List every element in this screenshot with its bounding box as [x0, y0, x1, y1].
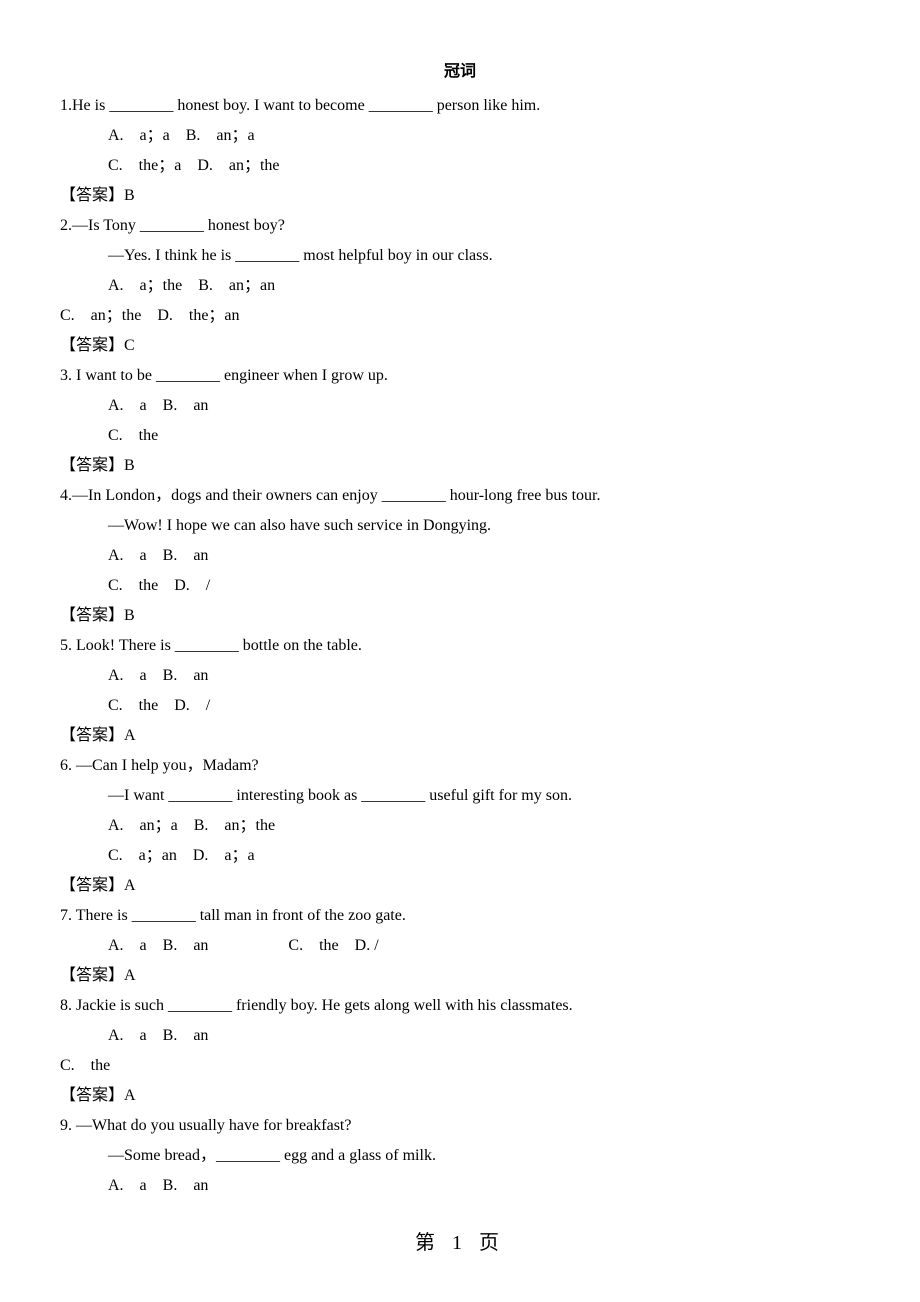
question-line: C. the: [60, 1054, 860, 1078]
page-title: 冠词: [60, 60, 860, 84]
question-line: —I want ________ interesting book as ___…: [60, 784, 860, 808]
question-line: —Yes. I think he is ________ most helpfu…: [60, 244, 860, 268]
question-line: A. an；a B. an；the: [60, 814, 860, 838]
question-line: A. a；the B. an；an: [60, 274, 860, 298]
question-block-4: 4.—In London，dogs and their owners can e…: [60, 484, 860, 628]
answer-label: 【答案】: [60, 187, 124, 204]
question-block-1: 1.He is ________ honest boy. I want to b…: [60, 94, 860, 208]
question-line: 3. I want to be ________ engineer when I…: [60, 364, 860, 388]
question-line: 9. —What do you usually have for breakfa…: [60, 1114, 860, 1138]
answer-label: 【答案】: [60, 457, 124, 474]
question-block-7: 7. There is ________ tall man in front o…: [60, 904, 860, 988]
answer-label: 【答案】: [60, 337, 124, 354]
question-line: C. the D. /: [60, 694, 860, 718]
question-line: 7. There is ________ tall man in front o…: [60, 904, 860, 928]
question-line: 5. Look! There is ________ bottle on the…: [60, 634, 860, 658]
answer-value: A: [124, 967, 136, 984]
answer-line: 【答案】B: [60, 184, 860, 208]
question-block-6: 6. —Can I help you，Madam? —I want _______…: [60, 754, 860, 898]
content-area: 1.He is ________ honest boy. I want to b…: [60, 94, 860, 1198]
question-block-8: 8. Jackie is such ________ friendly boy.…: [60, 994, 860, 1108]
page-footer: 第 1 页: [60, 1228, 860, 1258]
answer-line: 【答案】C: [60, 334, 860, 358]
question-line: 1.He is ________ honest boy. I want to b…: [60, 94, 860, 118]
answer-line: 【答案】A: [60, 724, 860, 748]
answer-label: 【答案】: [60, 877, 124, 894]
answer-line: 【答案】A: [60, 1084, 860, 1108]
question-block-9: 9. —What do you usually have for breakfa…: [60, 1114, 860, 1198]
question-line: C. a；an D. a；a: [60, 844, 860, 868]
answer-value: B: [124, 607, 135, 624]
question-line: —Some bread，________ egg and a glass of …: [60, 1144, 860, 1168]
answer-label: 【答案】: [60, 727, 124, 744]
answer-label: 【答案】: [60, 967, 124, 984]
question-line: A. a B. an C. the D. /: [60, 934, 860, 958]
question-line: A. a B. an: [60, 1024, 860, 1048]
question-line: A. a B. an: [60, 394, 860, 418]
question-line: A. a；a B. an；a: [60, 124, 860, 148]
question-line: 4.—In London，dogs and their owners can e…: [60, 484, 860, 508]
answer-value: A: [124, 727, 136, 744]
answer-value: B: [124, 187, 135, 204]
answer-value: C: [124, 337, 135, 354]
answer-line: 【答案】A: [60, 874, 860, 898]
answer-line: 【答案】A: [60, 964, 860, 988]
question-line: 8. Jackie is such ________ friendly boy.…: [60, 994, 860, 1018]
answer-label: 【答案】: [60, 1087, 124, 1104]
question-line: A. a B. an: [60, 664, 860, 688]
question-line: 6. —Can I help you，Madam?: [60, 754, 860, 778]
question-line: C. the D. /: [60, 574, 860, 598]
question-line: C. the；a D. an；the: [60, 154, 860, 178]
answer-value: A: [124, 1087, 136, 1104]
question-line: A. a B. an: [60, 544, 860, 568]
question-block-2: 2.—Is Tony ________ honest boy? —Yes. I t…: [60, 214, 860, 358]
answer-line: 【答案】B: [60, 604, 860, 628]
question-block-3: 3. I want to be ________ engineer when I…: [60, 364, 860, 478]
question-block-5: 5. Look! There is ________ bottle on the…: [60, 634, 860, 748]
answer-value: A: [124, 877, 136, 894]
answer-line: 【答案】B: [60, 454, 860, 478]
question-line: C. an；the D. the；an: [60, 304, 860, 328]
answer-label: 【答案】: [60, 607, 124, 624]
question-line: 2.—Is Tony ________ honest boy?: [60, 214, 860, 238]
question-line: C. the: [60, 424, 860, 448]
question-line: A. a B. an: [60, 1174, 860, 1198]
question-line: —Wow! I hope we can also have such servi…: [60, 514, 860, 538]
answer-value: B: [124, 457, 135, 474]
